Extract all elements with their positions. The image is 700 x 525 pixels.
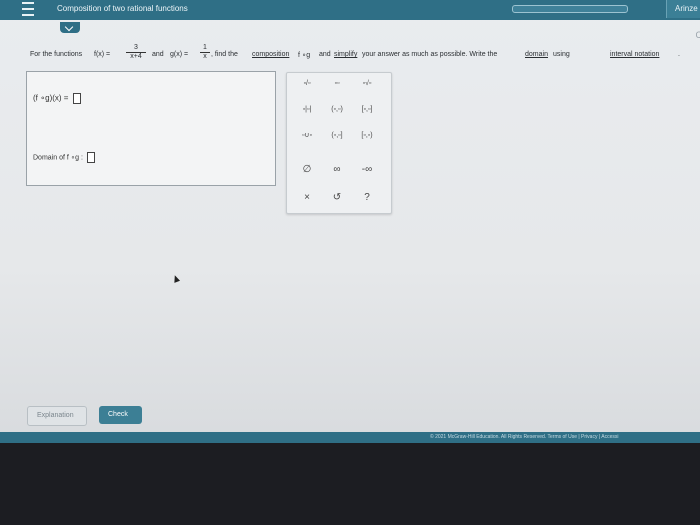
question-lead: For the functions [30, 51, 83, 58]
interval-notation-link[interactable]: interval notation [610, 51, 659, 58]
menu-icon[interactable] [22, 2, 34, 16]
composition-expression-label: (f ∘g)(x) = [33, 93, 69, 103]
collapse-chevron-icon[interactable] [60, 22, 80, 33]
user-account-button[interactable]: Arinze [666, 0, 700, 18]
f-denominator: x+4 [130, 53, 142, 60]
radical-key[interactable]: ▫√▫ [353, 77, 381, 91]
undo-key[interactable]: ↺ [323, 191, 351, 205]
rest-text: your answer as much as possible. Write t… [362, 51, 498, 58]
fraction-key[interactable]: ▫/▫ [293, 77, 321, 91]
and-text: and [152, 51, 164, 58]
domain-answer-row: Domain of f ∘g : [33, 152, 95, 163]
progress-bar [512, 5, 628, 13]
f-numerator: 3 [134, 44, 138, 51]
end-text: . [678, 51, 680, 58]
simplify-link[interactable]: simplify [334, 51, 357, 58]
composition-answer-row: (f ∘g)(x) = [33, 93, 81, 104]
closed-closed-interval-key[interactable]: [▫,▫] [353, 103, 381, 117]
g-numerator: 1 [203, 44, 207, 51]
domain-link[interactable]: domain [525, 51, 548, 58]
neg-infinity-key[interactable]: -∞ [353, 163, 381, 177]
and2-text: and [319, 51, 331, 58]
abs-key[interactable]: ▫|▫| [293, 103, 321, 117]
g-denominator: x [203, 53, 207, 60]
top-bar: Composition of two rational functions Ar… [0, 0, 700, 20]
help-key[interactable]: ? [353, 191, 381, 205]
f-label: f(x) = [94, 51, 111, 58]
empty-set-key[interactable]: ∅ [293, 163, 321, 177]
using-text: using [553, 51, 570, 58]
infinity-key[interactable]: ∞ [323, 163, 351, 177]
question-prompt: For the functions f(x) = 3 x+4 and g(x) … [30, 44, 690, 64]
domain-answer-input[interactable] [86, 152, 95, 163]
g-label: g(x) = [170, 51, 189, 58]
composition-link[interactable]: composition [252, 51, 289, 58]
g-fraction: 1 x [200, 44, 210, 61]
fog-text: f ∘g [298, 52, 311, 59]
math-palette: ▫/▫ ▫▫ ▫√▫ ▫|▫| (▫,▫) [▫,▫] ▫∪▫ (▫,▫] [▫,▫) ∅ ∞ -∞ ×… [286, 72, 392, 214]
side-panel-icon[interactable]: C [696, 30, 700, 40]
clear-key[interactable]: × [293, 191, 321, 205]
mid-text: , find the [211, 51, 238, 58]
copyright-text: © 2021 McGraw-Hill Education. All Rights… [430, 434, 619, 440]
explanation-button[interactable]: Explanation [27, 406, 87, 426]
composition-answer-input[interactable] [72, 93, 81, 104]
open-closed-interval-key[interactable]: (▫,▫] [323, 129, 351, 143]
check-button[interactable]: Check [99, 406, 142, 424]
union-key[interactable]: ▫∪▫ [293, 129, 321, 143]
app-screen: Composition of two rational functions Ar… [0, 0, 700, 443]
mouse-pointer-icon [171, 274, 181, 283]
domain-label: Domain of f ∘g : [33, 154, 83, 162]
exponent-key[interactable]: ▫▫ [323, 77, 351, 91]
open-open-interval-key[interactable]: (▫,▫) [323, 103, 351, 117]
topic-title: Composition of two rational functions [57, 4, 188, 13]
f-fraction: 3 x+4 [126, 44, 146, 61]
answer-area: (f ∘g)(x) = Domain of f ∘g : [26, 71, 276, 186]
closed-open-interval-key[interactable]: [▫,▫) [353, 129, 381, 143]
